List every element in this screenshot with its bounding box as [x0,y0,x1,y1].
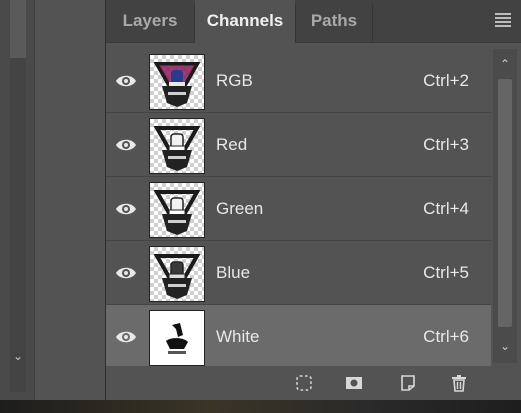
adjacent-panel [35,0,106,400]
panel-tab-bar: Layers Channels Paths [106,0,521,43]
tab-layers[interactable]: Layers [106,0,194,42]
eye-icon[interactable] [114,197,138,221]
channel-shortcut: Ctrl+2 [423,71,469,90]
channel-list-scrollbar[interactable]: ⌃ ⌄ [493,49,517,363]
load-selection-icon[interactable] [294,373,314,393]
channel-name: Green [216,199,264,218]
left-scrollbar-thumb[interactable] [10,0,26,58]
panel-footer [106,366,521,400]
channel-row-green[interactable]: Green Ctrl+4 [106,177,491,241]
tab-paths[interactable]: Paths [296,0,372,42]
tab-channels[interactable]: Channels [195,0,295,43]
channel-list: RGB Ctrl+2 Red Ctrl+3 Green Ctrl+4 Blue … [106,49,491,369]
channel-shortcut: Ctrl+5 [423,263,469,282]
scrollbar-thumb[interactable] [498,79,512,327]
channel-row-red[interactable]: Red Ctrl+3 [106,113,491,177]
chevron-up-icon[interactable]: ⌃ [493,53,517,75]
delete-channel-icon[interactable] [449,373,469,393]
channel-thumbnail [149,310,205,366]
eye-icon[interactable] [114,261,138,285]
channel-shortcut: Ctrl+3 [423,135,469,154]
chevron-down-icon[interactable]: ⌄ [493,335,517,357]
chevron-down-icon[interactable]: ⌄ [8,346,28,366]
eye-icon[interactable] [114,69,138,93]
channel-row-white[interactable]: White Ctrl+6 [106,305,491,369]
eye-icon[interactable] [114,133,138,157]
channel-name: RGB [216,71,253,90]
channel-name: Blue [216,263,251,282]
channel-thumbnail [149,54,205,110]
left-scrollbar-track[interactable] [10,0,26,392]
channel-thumbnail [149,118,205,174]
channel-row-rgb[interactable]: RGB Ctrl+2 [106,49,491,113]
channel-shortcut: Ctrl+6 [423,327,469,346]
save-selection-mask-icon[interactable] [344,373,364,393]
eye-icon[interactable] [114,325,138,349]
channel-name: Red [216,135,248,154]
channel-thumbnail [149,182,205,238]
channel-shortcut: Ctrl+4 [423,199,469,218]
channel-thumbnail [149,246,205,302]
tab-divider [372,4,373,42]
new-channel-icon[interactable] [398,373,418,393]
canvas-edge [0,400,521,413]
channels-panel: Layers Channels Paths RGB Ctrl+2 Red Ctr… [106,0,521,400]
left-panel-strip: ⌄ [0,0,35,400]
channel-row-blue[interactable]: Blue Ctrl+5 [106,241,491,305]
panel-menu-icon[interactable] [495,13,511,27]
channel-name: White [216,327,260,346]
